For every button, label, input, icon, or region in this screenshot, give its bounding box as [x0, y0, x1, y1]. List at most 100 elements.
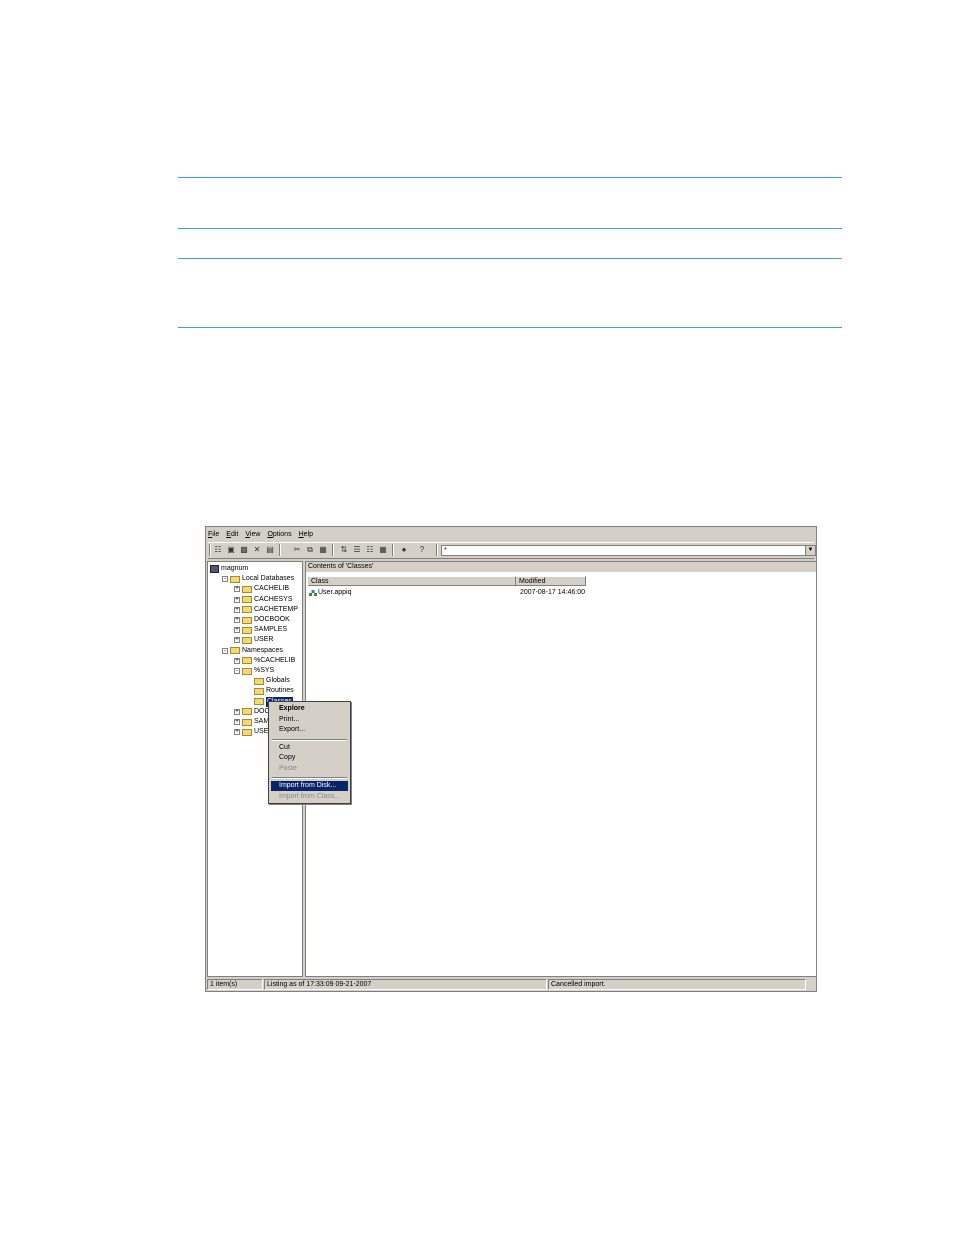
- help-icon[interactable]: ?: [417, 545, 427, 555]
- folder-icon: [242, 708, 252, 716]
- context-menu: Explore Print... Export... Cut Copy Paste Impo…: [268, 701, 351, 804]
- tree-node[interactable]: - %SYS: [234, 666, 274, 676]
- menu-file[interactable]: File: [208, 530, 219, 540]
- network-icon[interactable]: ▩: [239, 545, 249, 555]
- expand-icon[interactable]: +: [234, 596, 240, 603]
- folder-icon: [230, 647, 240, 655]
- tree-node-label: Local Databases: [242, 575, 295, 583]
- divider-rule: [178, 228, 842, 229]
- tree-node[interactable]: Globals: [246, 676, 290, 686]
- context-menu-item[interactable]: Print...: [271, 715, 348, 725]
- tree-node[interactable]: - Namespaces: [222, 646, 283, 656]
- expand-icon[interactable]: +: [234, 657, 240, 664]
- copy-icon[interactable]: ⧉: [305, 545, 315, 555]
- tree-node-label: Routines: [266, 687, 294, 695]
- tree-node-label: Namespaces: [242, 646, 283, 654]
- divider-rule: [178, 177, 842, 178]
- tree-node-label: DOCBOOK: [254, 616, 290, 623]
- folder-icon: [242, 616, 252, 624]
- tree-node-label: USER: [254, 636, 274, 644]
- menu-bar: File Edit View Options Help: [208, 530, 313, 540]
- contents-caption: Contents of 'Classes': [306, 562, 816, 572]
- expand-icon[interactable]: +: [234, 586, 240, 593]
- tree-node[interactable]: + CACHELIB: [234, 584, 289, 594]
- toolbar-separator: [279, 544, 281, 556]
- toolbar-separator: [392, 544, 394, 556]
- status-bar: 1 item(s) Listing as of 17:33:09 09-21-2…: [207, 979, 815, 990]
- tree-node-label: Globals: [266, 677, 290, 685]
- folder-icon: [242, 596, 252, 604]
- folder-icon: [242, 718, 252, 726]
- folder-icon: [242, 728, 252, 736]
- expand-icon[interactable]: +: [234, 719, 240, 725]
- divider-rule: [178, 327, 842, 328]
- modified-cell: 2007-08-17 14:46:00: [520, 589, 585, 596]
- delete-icon[interactable]: ✕: [252, 545, 262, 555]
- computer-icon: [210, 565, 219, 573]
- tree-node[interactable]: + CACHESYS: [234, 595, 293, 605]
- expand-icon[interactable]: +: [234, 627, 240, 634]
- menu-options[interactable]: Options: [267, 530, 291, 540]
- list-icon[interactable]: ☰: [352, 545, 362, 555]
- folder-icon: [242, 626, 252, 634]
- table-row[interactable]: User.appiq 2007-08-17 14:46:00: [306, 588, 816, 598]
- connect-icon[interactable]: ☷: [213, 545, 223, 555]
- toolbar-separator: [436, 544, 438, 556]
- context-menu-item: Paste: [279, 764, 297, 772]
- tree-node[interactable]: + SAMPLES: [234, 625, 287, 635]
- toolbar-separator: [332, 544, 334, 556]
- folder-icon: [254, 687, 264, 695]
- filter-value: *: [444, 547, 447, 554]
- tree-node-label: CACHETEMP: [254, 605, 298, 613]
- context-menu-item[interactable]: Cut: [271, 743, 348, 753]
- menu-help[interactable]: Help: [299, 530, 313, 540]
- sort-icon[interactable]: ⇅: [339, 545, 349, 555]
- tree-node[interactable]: magnum: [210, 564, 248, 574]
- expand-icon[interactable]: +: [234, 708, 240, 715]
- expand-icon[interactable]: +: [234, 637, 240, 644]
- menu-edit[interactable]: Edit: [226, 530, 238, 540]
- cut-icon[interactable]: ✂: [292, 545, 302, 555]
- tree-node[interactable]: + CACHETEMP: [234, 605, 298, 615]
- stop-icon[interactable]: ●: [399, 545, 409, 555]
- expand-icon[interactable]: +: [234, 606, 240, 613]
- server-icon[interactable]: ▣: [226, 545, 236, 555]
- filter-combo[interactable]: * ▼: [441, 545, 816, 556]
- column-header-modified[interactable]: Modified: [516, 576, 586, 586]
- tree-node[interactable]: + USER: [234, 635, 273, 645]
- explorer-window: File Edit View Options Help ☷ ▣ ▩ ✕ ▤ ✂ …: [205, 526, 817, 992]
- status-listing: Listing as of 17:33:09 09-21-2007: [264, 979, 547, 990]
- tree-node[interactable]: - Local Databases: [222, 574, 294, 584]
- folder-icon: [242, 636, 252, 644]
- tree-node-label: CACHESYS: [254, 595, 293, 603]
- column-header-class[interactable]: Class: [308, 576, 516, 586]
- class-icon: [309, 590, 317, 596]
- expand-icon[interactable]: +: [234, 617, 240, 623]
- folder-icon: [242, 585, 252, 593]
- paste-icon[interactable]: ▦: [318, 545, 328, 555]
- collapse-icon[interactable]: -: [234, 668, 240, 674]
- tree-node[interactable]: + DOCBOOK: [234, 615, 290, 625]
- context-menu-item[interactable]: Explore: [271, 704, 348, 714]
- tree-node[interactable]: + %CACHELIB: [234, 656, 295, 666]
- folder-icon: [242, 667, 252, 675]
- properties-icon[interactable]: ▤: [265, 545, 275, 555]
- context-menu-item[interactable]: Export...: [271, 725, 348, 735]
- class-name-cell: User.appiq: [318, 589, 352, 596]
- tree-node[interactable]: Routines: [246, 686, 294, 696]
- details-icon[interactable]: ☷: [365, 545, 375, 555]
- folder-icon: [254, 677, 264, 685]
- toolbar: ☷ ▣ ▩ ✕ ▤ ✂ ⧉ ▦ ⇅ ☰ ☷ ▦ ● ? * ▼: [208, 542, 816, 559]
- divider-rule: [178, 258, 842, 259]
- context-menu-item[interactable]: Import from Disk...: [271, 781, 348, 791]
- expand-icon[interactable]: +: [234, 729, 240, 736]
- grid-icon[interactable]: ▦: [378, 545, 388, 555]
- menu-separator: [272, 738, 347, 741]
- collapse-icon[interactable]: -: [222, 576, 228, 583]
- chevron-down-icon[interactable]: ▼: [805, 546, 815, 555]
- menu-view[interactable]: View: [245, 530, 260, 540]
- toolbar-separator: [209, 544, 211, 556]
- collapse-icon[interactable]: -: [222, 647, 228, 654]
- context-menu-item[interactable]: Copy: [271, 753, 348, 763]
- folder-icon: [230, 575, 240, 583]
